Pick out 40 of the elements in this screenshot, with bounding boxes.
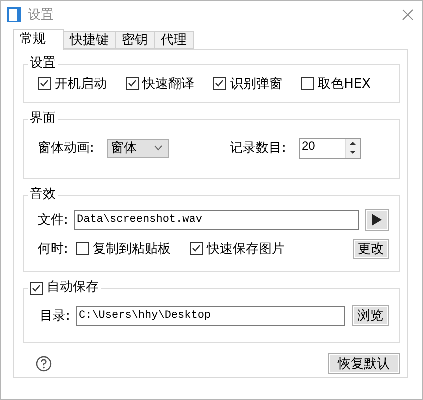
checkbox[interactable] [38, 77, 51, 90]
checkbox[interactable] [301, 77, 314, 90]
animation-dropdown[interactable]: 窗体 [107, 138, 169, 158]
checkbox-label: 自动保存 [47, 280, 99, 296]
field-label: 目录: [40, 308, 72, 324]
checkbox-label: 快速保存图片 [207, 240, 285, 258]
checkbox-label: 开机启动 [55, 76, 107, 92]
tab[interactable]: 常规 [13, 29, 64, 50]
checkbox[interactable] [213, 77, 226, 90]
directory-field[interactable]: C:\Users\hhy\Desktop [76, 306, 345, 326]
tab[interactable]: 快捷键 [63, 31, 116, 49]
checkbox-label: 取色HEX [318, 76, 371, 92]
file-field[interactable]: Data\screenshot.wav [74, 210, 359, 230]
checkbox[interactable] [190, 242, 203, 255]
tab[interactable]: 密钥 [115, 31, 155, 49]
checkbox[interactable] [126, 77, 139, 90]
close-icon[interactable] [402, 9, 414, 21]
checkbox[interactable] [76, 242, 89, 255]
field-label: 何时: [38, 240, 70, 258]
change-button[interactable]: 更改 [353, 238, 389, 258]
group-title: 设置 [30, 56, 56, 72]
group-title: 界面 [30, 111, 56, 127]
field-label: 窗体动画: [38, 140, 96, 157]
field-label: 记录数目: [230, 140, 288, 157]
window-title: 设置 [28, 7, 55, 24]
checkbox-label: 快速翻译 [142, 76, 195, 92]
app-icon [7, 7, 22, 23]
group-title: 音效 [30, 187, 56, 203]
tab[interactable]: 代理 [154, 31, 194, 49]
browse-button[interactable]: 浏览 [352, 305, 389, 326]
field-label: 文件: [38, 212, 70, 228]
checkbox-label: 复制到粘贴板 [93, 240, 171, 258]
checkbox-label: 识别弹窗 [230, 76, 282, 92]
checkbox[interactable] [30, 282, 43, 294]
restore-defaults-button[interactable]: 恢复默认 [328, 353, 400, 374]
help-icon[interactable] [36, 356, 52, 372]
play-icon [372, 214, 382, 226]
play-button[interactable] [365, 208, 389, 230]
chevron-down-icon [154, 145, 163, 151]
record-count-spinner[interactable]: 20 [299, 138, 361, 158]
